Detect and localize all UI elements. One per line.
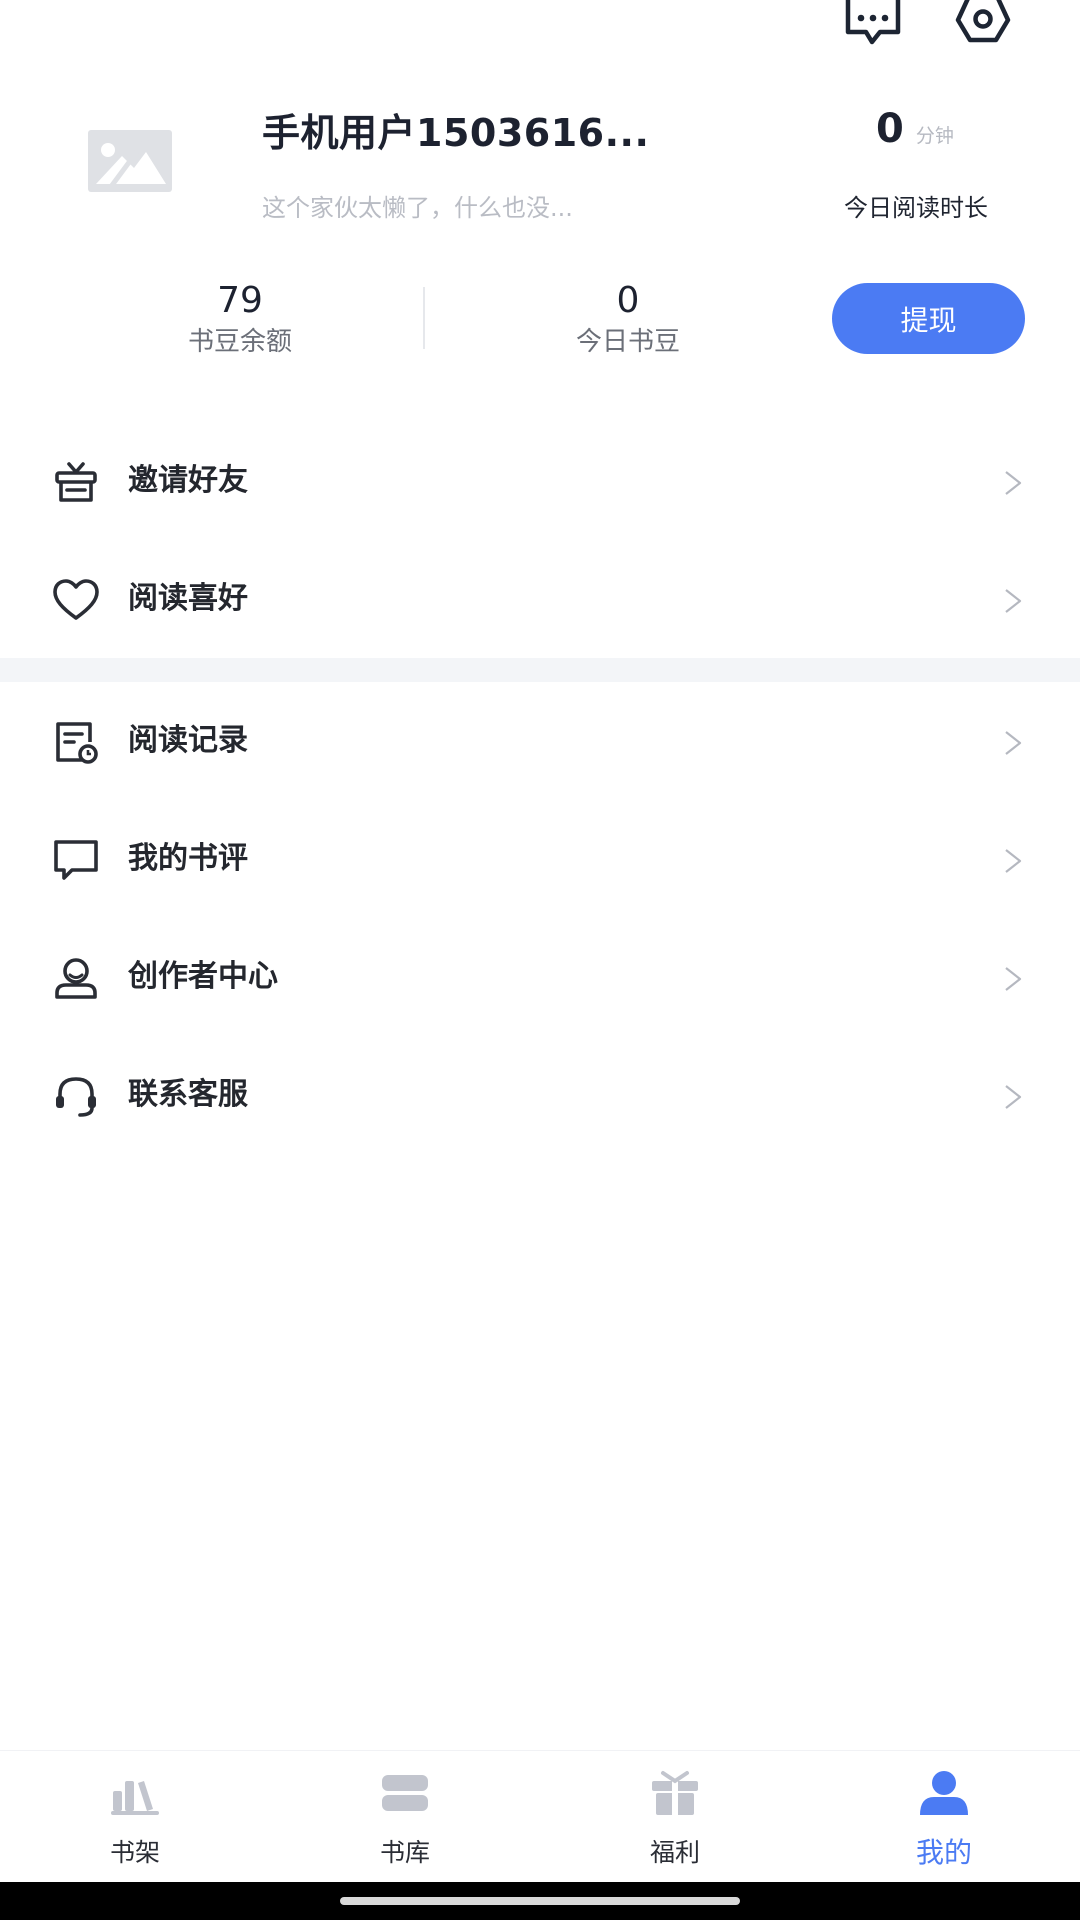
reading-time-value: 0 <box>876 106 904 152</box>
bottom-tab-bar: 书架 书库 福利 我的 <box>0 1750 1080 1882</box>
settings-hexagon-icon <box>955 0 1011 43</box>
bean-balance[interactable]: 79 书豆余额 <box>140 280 340 360</box>
chevron-right-icon <box>1005 731 1022 755</box>
tab-label: 书库 <box>379 1838 430 1867</box>
gift-icon <box>55 462 97 502</box>
tab-welfare[interactable]: 福利 <box>595 1751 755 1883</box>
tab-label: 福利 <box>649 1838 700 1867</box>
menu-label: 邀请好友 <box>128 463 248 498</box>
avatar[interactable] <box>88 130 172 192</box>
menu-label: 阅读记录 <box>128 723 248 758</box>
chevron-right-icon <box>1005 589 1022 613</box>
settings-button[interactable] <box>952 0 1014 48</box>
tab-bookshelf[interactable]: 书架 <box>55 1751 215 1883</box>
menu-label: 联系客服 <box>128 1077 248 1112</box>
comment-icon <box>54 840 98 880</box>
today-beans-value: 0 <box>616 280 640 321</box>
today-beans-label: 今日书豆 <box>575 327 680 357</box>
headset-icon <box>56 1077 96 1117</box>
chevron-right-icon <box>1005 967 1022 991</box>
menu-invite-friends[interactable]: 邀请好友 <box>0 422 1080 540</box>
bean-balance-value: 79 <box>217 280 263 321</box>
user-icon <box>920 1771 968 1815</box>
reading-time-unit: 分钟 <box>915 125 954 147</box>
chevron-right-icon <box>1005 849 1022 873</box>
profile-page: 手机用户1503616... 这个家伙太懒了，什么也没... 0 分钟 今日阅读… <box>0 0 1080 1920</box>
tab-library[interactable]: 书库 <box>325 1751 485 1883</box>
home-indicator[interactable] <box>340 1897 740 1905</box>
menu-creator-center[interactable]: 创作者中心 <box>0 918 1080 1036</box>
reading-time: 0 分钟 <box>876 106 954 152</box>
reading-time-label: 今日阅读时长 <box>844 194 988 222</box>
heart-icon <box>53 579 99 620</box>
image-placeholder-icon <box>88 130 172 192</box>
menu-label: 创作者中心 <box>128 959 278 994</box>
system-navigation-bar <box>0 1882 1080 1920</box>
menu-customer-service[interactable]: 联系客服 <box>0 1036 1080 1154</box>
user-signature[interactable]: 这个家伙太懒了，什么也没... <box>262 188 573 223</box>
bookshelf-icon <box>111 1781 159 1815</box>
menu-my-reviews[interactable]: 我的书评 <box>0 800 1080 918</box>
chevron-right-icon <box>1005 1085 1022 1109</box>
library-icon <box>382 1775 428 1811</box>
messages-button[interactable] <box>842 0 904 48</box>
menu-label: 阅读喜好 <box>128 581 248 616</box>
user-nickname[interactable]: 手机用户1503616... <box>262 102 649 157</box>
chat-bubble-icon <box>845 0 901 45</box>
menu-reading-history[interactable]: 阅读记录 <box>0 682 1080 800</box>
stats-divider <box>423 287 425 349</box>
reading-history-icon <box>56 722 98 764</box>
tab-label: 书架 <box>109 1838 160 1867</box>
withdraw-button[interactable]: 提现 <box>832 283 1025 354</box>
gift-icon <box>652 1771 698 1815</box>
tab-mine[interactable]: 我的 <box>864 1751 1024 1883</box>
menu-reading-preference[interactable]: 阅读喜好 <box>0 540 1080 658</box>
tab-label: 我的 <box>915 1836 972 1869</box>
section-divider <box>0 658 1080 682</box>
today-beans[interactable]: 0 今日书豆 <box>528 280 728 360</box>
menu-label: 我的书评 <box>128 841 248 876</box>
chevron-right-icon <box>1005 471 1022 495</box>
bean-balance-label: 书豆余额 <box>187 327 292 357</box>
author-icon <box>55 958 97 999</box>
